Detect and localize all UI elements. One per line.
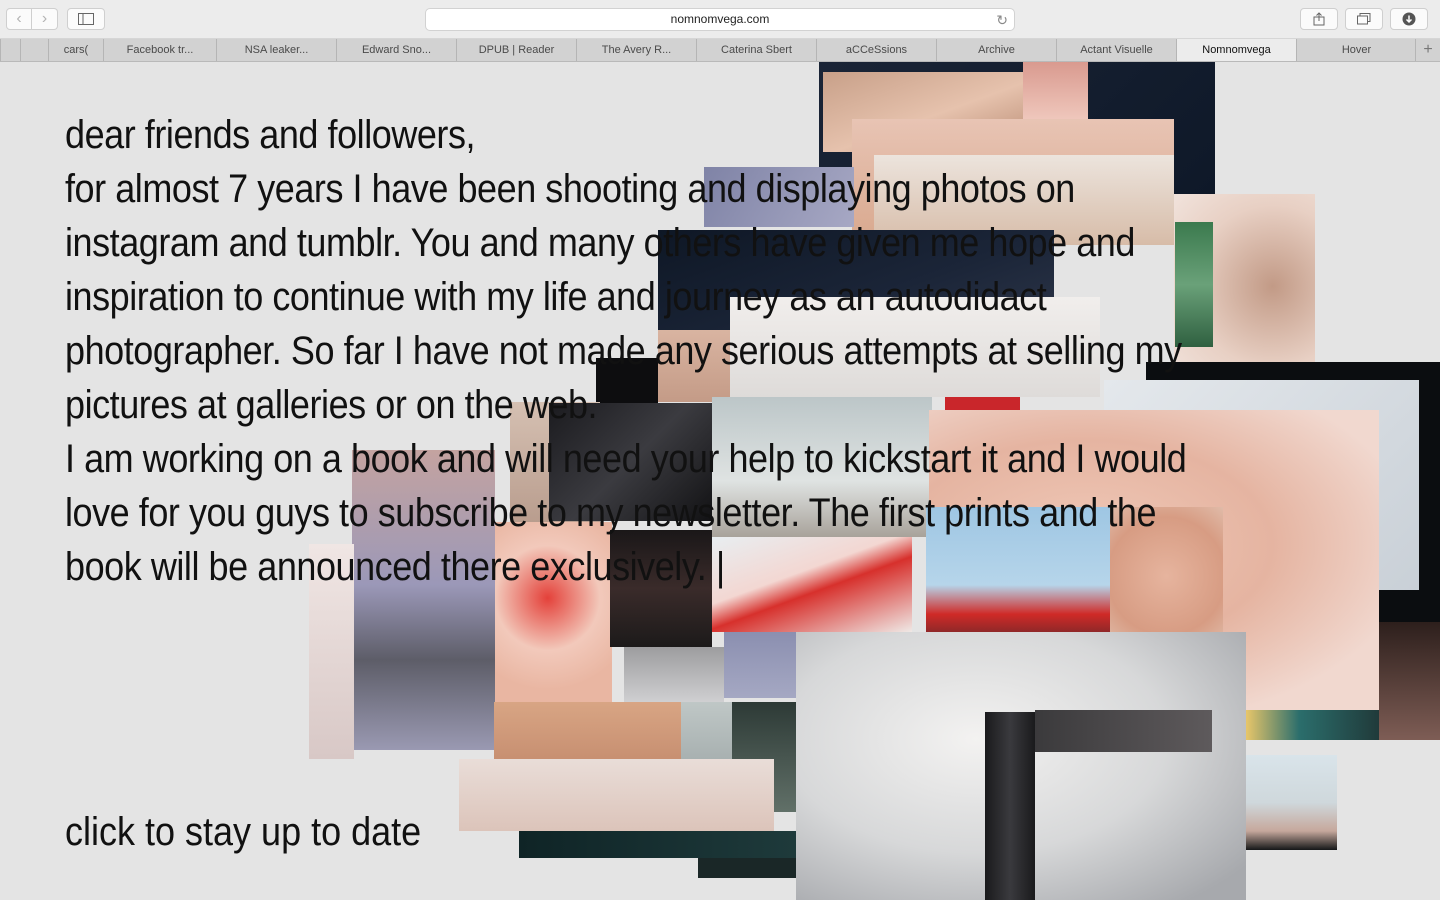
tab-12-active[interactable]: Nomnomvega bbox=[1176, 39, 1296, 61]
photo bbox=[1035, 710, 1212, 752]
tab-4[interactable]: NSA leaker... bbox=[216, 39, 336, 61]
letter-line: I am working on a book and will need you… bbox=[65, 437, 1187, 481]
chevron-right-icon: › bbox=[41, 10, 48, 27]
tab-1[interactable] bbox=[20, 39, 48, 61]
photo bbox=[724, 632, 796, 698]
back-button[interactable]: ‹ bbox=[6, 8, 32, 30]
subscribe-link[interactable]: click to stay up to date bbox=[65, 805, 421, 859]
photo bbox=[1246, 755, 1337, 850]
forward-button[interactable]: › bbox=[32, 8, 58, 30]
photo bbox=[624, 647, 724, 702]
photo bbox=[698, 858, 796, 878]
sidebar-toggle-button[interactable] bbox=[67, 8, 105, 30]
letter-line: photographer. So far I have not made any… bbox=[65, 329, 1182, 373]
tab-6[interactable]: DPUB | Reader bbox=[456, 39, 576, 61]
letter-line: inspiration to continue with my life and… bbox=[65, 275, 1047, 319]
reload-icon[interactable]: ↻ bbox=[996, 11, 1008, 29]
sidebar-icon bbox=[78, 13, 94, 25]
download-icon bbox=[1402, 12, 1416, 26]
letter-text: dear friends and followers, for almost 7… bbox=[65, 108, 1265, 594]
new-tab-button[interactable]: + bbox=[1415, 39, 1440, 61]
photo bbox=[459, 759, 774, 831]
tab-10[interactable]: Archive bbox=[936, 39, 1056, 61]
tab-13[interactable]: Hover bbox=[1296, 39, 1416, 61]
chevron-left-icon: ‹ bbox=[16, 10, 22, 27]
letter-line: instagram and tumblr. You and many other… bbox=[65, 221, 1135, 265]
url-text: nomnomvega.com bbox=[670, 12, 770, 26]
photo bbox=[985, 712, 1035, 900]
downloads-button[interactable] bbox=[1390, 8, 1428, 30]
letter-line: book will be announced there exclusively… bbox=[65, 545, 725, 589]
tab-7[interactable]: The Avery R... bbox=[576, 39, 696, 61]
tab-overview-button[interactable] bbox=[1345, 8, 1383, 30]
photo bbox=[1379, 622, 1440, 740]
browser-toolbar: ‹ › nomnomvega.com ↻ bbox=[0, 0, 1440, 39]
tab-0[interactable] bbox=[0, 39, 20, 61]
tab-overview-icon bbox=[1357, 13, 1371, 25]
tab-11[interactable]: Actant Visuelle bbox=[1056, 39, 1176, 61]
plus-icon: + bbox=[1423, 41, 1433, 58]
tab-9[interactable]: aCCeSsions bbox=[816, 39, 936, 61]
photo bbox=[519, 831, 796, 858]
photo bbox=[1246, 710, 1379, 740]
letter-line: dear friends and followers, bbox=[65, 113, 476, 157]
letter-line: for almost 7 years I have been shooting … bbox=[65, 167, 1075, 211]
tab-3[interactable]: Facebook tr... bbox=[103, 39, 216, 61]
tab-5[interactable]: Edward Sno... bbox=[336, 39, 456, 61]
tab-bar: cars( Facebook tr... NSA leaker... Edwar… bbox=[0, 39, 1440, 62]
tab-8[interactable]: Caterina Sbert bbox=[696, 39, 816, 61]
address-bar[interactable]: nomnomvega.com ↻ bbox=[425, 8, 1015, 31]
letter-line: pictures at galleries or on the web. bbox=[65, 383, 598, 427]
letter-line: love for you guys to subscribe to my new… bbox=[65, 491, 1157, 535]
share-button[interactable] bbox=[1300, 8, 1338, 30]
share-icon bbox=[1313, 12, 1325, 26]
tab-2[interactable]: cars( bbox=[48, 39, 103, 61]
